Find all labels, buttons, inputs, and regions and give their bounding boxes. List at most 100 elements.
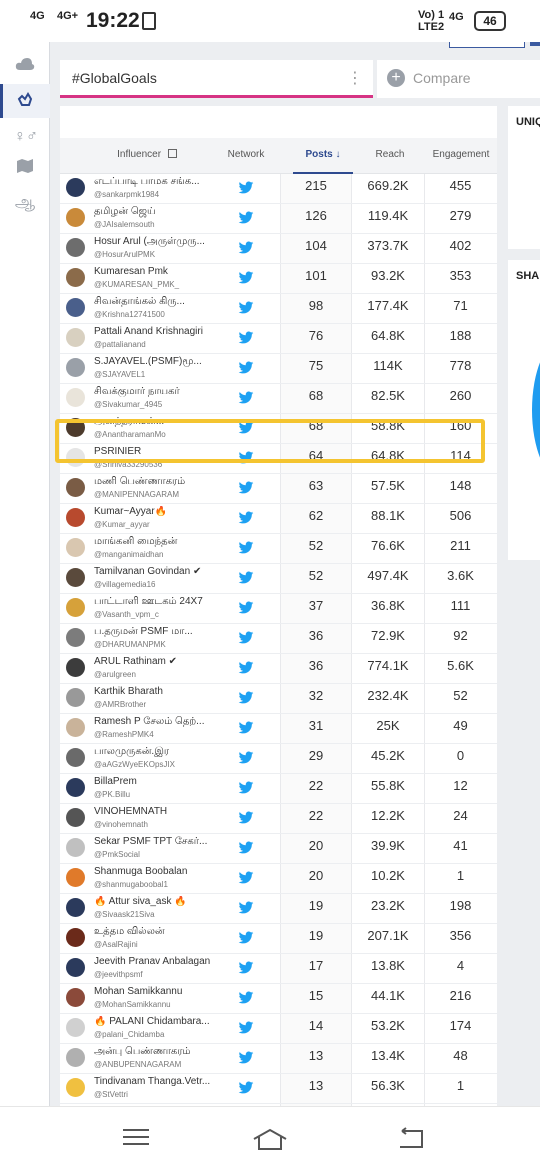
avatar[interactable] xyxy=(66,1048,85,1067)
table-row[interactable]: S.JAYAVEL.(PSMF)மூ... @SJAYAVEL1 75 114K 778 xyxy=(60,354,497,384)
header-influencer[interactable]: Influencer xyxy=(102,149,192,160)
avatar[interactable] xyxy=(66,1018,85,1037)
avatar[interactable] xyxy=(66,808,85,827)
influencer-name[interactable]: BillaPrem xyxy=(94,776,244,787)
header-engagement[interactable]: Engagement xyxy=(428,149,494,160)
influencer-name[interactable]: S.JAYAVEL.(PSMF)மூ... xyxy=(94,356,244,368)
table-row[interactable]: உத்தம வில்லன் @AsalRajini 19 207.1K 356 xyxy=(60,924,497,954)
influencer-name[interactable]: அன்பு பெண்ணாகரம் xyxy=(94,1046,244,1058)
avatar[interactable] xyxy=(66,538,85,557)
table-row[interactable]: மாங்கனி மைந்தன் @manganimaidhan 52 76.6K 211 xyxy=(60,534,497,564)
influencer-name[interactable]: மாங்கனி மைந்தன் xyxy=(94,536,244,548)
table-row[interactable]: Karthik Bharath @AMRBrother 32 232.4K 52 xyxy=(60,684,497,714)
avatar[interactable] xyxy=(66,388,85,407)
table-row[interactable]: Tindivanam Thanga.Vetr... @StVettri 13 56.3… xyxy=(60,1074,497,1104)
table-row[interactable]: 🔥 PALANI Chidambara... @palani_Chidamba 14… xyxy=(60,1014,497,1044)
avatar[interactable] xyxy=(66,898,85,917)
tamil-script-icon[interactable]: ஆ xyxy=(14,192,36,214)
influencer-name[interactable]: தமிழன் ஜெய் xyxy=(94,206,244,218)
influencer-name[interactable]: Kumar~Ayyar🔥 xyxy=(94,506,244,517)
influencer-name[interactable]: சிவன்தாங்கல் கிரு... xyxy=(94,296,244,308)
table-row[interactable]: சிவக்குமார் நாயகர் @Sivakumar_4945 68 82.5K… xyxy=(60,384,497,414)
influencer-name[interactable]: Shanmuga Boobalan xyxy=(94,866,244,877)
menu-icon[interactable] xyxy=(121,1127,151,1151)
avatar[interactable] xyxy=(66,508,85,527)
influencer-name[interactable]: 🔥 Attur siva_ask 🔥 xyxy=(94,896,244,907)
avatar[interactable] xyxy=(66,1078,85,1097)
influencer-name[interactable]: Jeevith Pranav Anbalagan xyxy=(94,956,244,967)
influencer-name[interactable]: Karthik Bharath xyxy=(94,686,244,697)
header-blue-button[interactable] xyxy=(530,42,540,46)
hand-icon[interactable] xyxy=(14,90,36,112)
table-row[interactable]: எடப்பாடி பாமக சங்க... @sankarpmk1984 215 66… xyxy=(60,174,497,204)
header-button[interactable] xyxy=(449,42,525,48)
influencer-name[interactable]: மணி பெண்ணாகரம் xyxy=(94,476,244,488)
table-row[interactable]: Kumaresan Pmk @KUMARESAN_PMK_ 101 93.2K 353 xyxy=(60,264,497,294)
map-icon[interactable] xyxy=(14,158,36,180)
header-reach[interactable]: Reach xyxy=(360,149,420,160)
table-row[interactable]: ARUL Rathinam ✔ @arulgreen 36 774.1K 5.6K xyxy=(60,654,497,684)
table-row[interactable]: மணி பெண்ணாகரம் @MANIPENNAGARAM 63 57.5K 148 xyxy=(60,474,497,504)
influencer-name[interactable]: Kumaresan Pmk xyxy=(94,266,244,277)
table-row[interactable]: VINOHEMNATH @vinohemnath 22 12.2K 24 xyxy=(60,804,497,834)
table-row[interactable]: தமிழன் ஜெய் @JAIsalemsouth 126 119.4K 279 xyxy=(60,204,497,234)
influencer-name[interactable]: Sekar PSMF TPT சேகர்... xyxy=(94,836,244,848)
table-row[interactable]: Mohan Samikkannu @MohanSamikkannu 15 44.1K 2… xyxy=(60,984,497,1014)
table-row[interactable]: அன்பு பெண்ணாகரம் @ANBUPENNAGARAM 13 13.4K 48 xyxy=(60,1044,497,1074)
avatar[interactable] xyxy=(66,868,85,887)
header-network[interactable]: Network xyxy=(220,149,272,160)
table-row[interactable]: Sekar PSMF TPT சேகர்... @PmkSocial 20 39.9K… xyxy=(60,834,497,864)
influencer-name[interactable]: Tamilvanan Govindan ✔ xyxy=(94,566,244,577)
avatar[interactable] xyxy=(66,988,85,1007)
table-row[interactable]: பாலமுருகன்.இர @aAGzWyeEKOpsJIX 29 45.2K 0 xyxy=(60,744,497,774)
home-icon[interactable] xyxy=(252,1127,287,1151)
avatar[interactable] xyxy=(66,208,85,227)
avatar[interactable] xyxy=(66,238,85,257)
gender-icon[interactable]: ♀♂ xyxy=(14,126,38,148)
influencer-name[interactable]: VINOHEMNATH xyxy=(94,806,244,817)
avatar[interactable] xyxy=(66,838,85,857)
influencer-name[interactable]: சிவக்குமார் நாயகர் xyxy=(94,386,244,398)
table-row[interactable]: சிவன்தாங்கல் கிரு... @Krishna12741500 98 17… xyxy=(60,294,497,324)
avatar[interactable] xyxy=(66,958,85,977)
avatar[interactable] xyxy=(66,718,85,737)
avatar[interactable] xyxy=(66,778,85,797)
more-options-icon[interactable]: ⋮ xyxy=(347,68,363,88)
table-row[interactable]: Hosur Arul (அருள்முரு... @HosurArulPMK 104… xyxy=(60,234,497,264)
table-row[interactable]: ப.தருமன் PSMF மா... @DHARUMANPMK 36 72.9K 92 xyxy=(60,624,497,654)
table-row[interactable]: Pattali Anand Krishnagiri @pattalianand 76… xyxy=(60,324,497,354)
export-icon[interactable] xyxy=(167,149,177,158)
avatar[interactable] xyxy=(66,688,85,707)
influencer-name[interactable]: பாட்டாளி ஊடகம் 24X7 xyxy=(94,596,244,608)
avatar[interactable] xyxy=(66,568,85,587)
header-posts[interactable]: Posts ↓ xyxy=(293,149,353,160)
influencer-name[interactable]: Ramesh P சேலம் தெற்... xyxy=(94,716,244,728)
avatar[interactable] xyxy=(66,298,85,317)
avatar[interactable] xyxy=(66,658,85,677)
table-row[interactable]: Kumar~Ayyar🔥 @Kumar_ayyar 62 88.1K 506 xyxy=(60,504,497,534)
table-row[interactable]: 🔥 Attur siva_ask 🔥 @Sivaask21Siva 19 23.2K 1… xyxy=(60,894,497,924)
influencer-name[interactable]: Hosur Arul (அருள்முரு... xyxy=(94,236,244,248)
avatar[interactable] xyxy=(66,328,85,347)
table-row[interactable]: Shanmuga Boobalan @shanmugaboobal1 20 10.2K… xyxy=(60,864,497,894)
cloud-icon[interactable] xyxy=(14,56,36,78)
table-row[interactable]: Jeevith Pranav Anbalagan @jeevithpsmf 17 13… xyxy=(60,954,497,984)
avatar[interactable] xyxy=(66,928,85,947)
influencer-name[interactable]: 🔥 PALANI Chidambara... xyxy=(94,1016,244,1027)
influencer-name[interactable]: ARUL Rathinam ✔ xyxy=(94,656,244,667)
influencer-name[interactable]: உத்தம வில்லன் xyxy=(94,926,244,938)
influencer-name[interactable]: பாலமுருகன்.இர xyxy=(94,746,244,758)
avatar[interactable] xyxy=(66,748,85,767)
table-row[interactable]: Ramesh P சேலம் தெற்... @RameshPMK4 31 25K 49 xyxy=(60,714,497,744)
table-row[interactable]: Tamilvanan Govindan ✔ @villagemedia16 52 49… xyxy=(60,564,497,594)
avatar[interactable] xyxy=(66,178,85,197)
avatar[interactable] xyxy=(66,598,85,617)
table-row[interactable]: BillaPrem @PK.Billu 22 55.8K 12 xyxy=(60,774,497,804)
avatar[interactable] xyxy=(66,628,85,647)
influencer-name[interactable]: Tindivanam Thanga.Vetr... xyxy=(94,1076,244,1087)
avatar[interactable] xyxy=(66,478,85,497)
influencer-name[interactable]: Mohan Samikkannu xyxy=(94,986,244,997)
tab-compare[interactable]: + Compare xyxy=(377,60,540,98)
avatar[interactable] xyxy=(66,358,85,377)
avatar[interactable] xyxy=(66,268,85,287)
